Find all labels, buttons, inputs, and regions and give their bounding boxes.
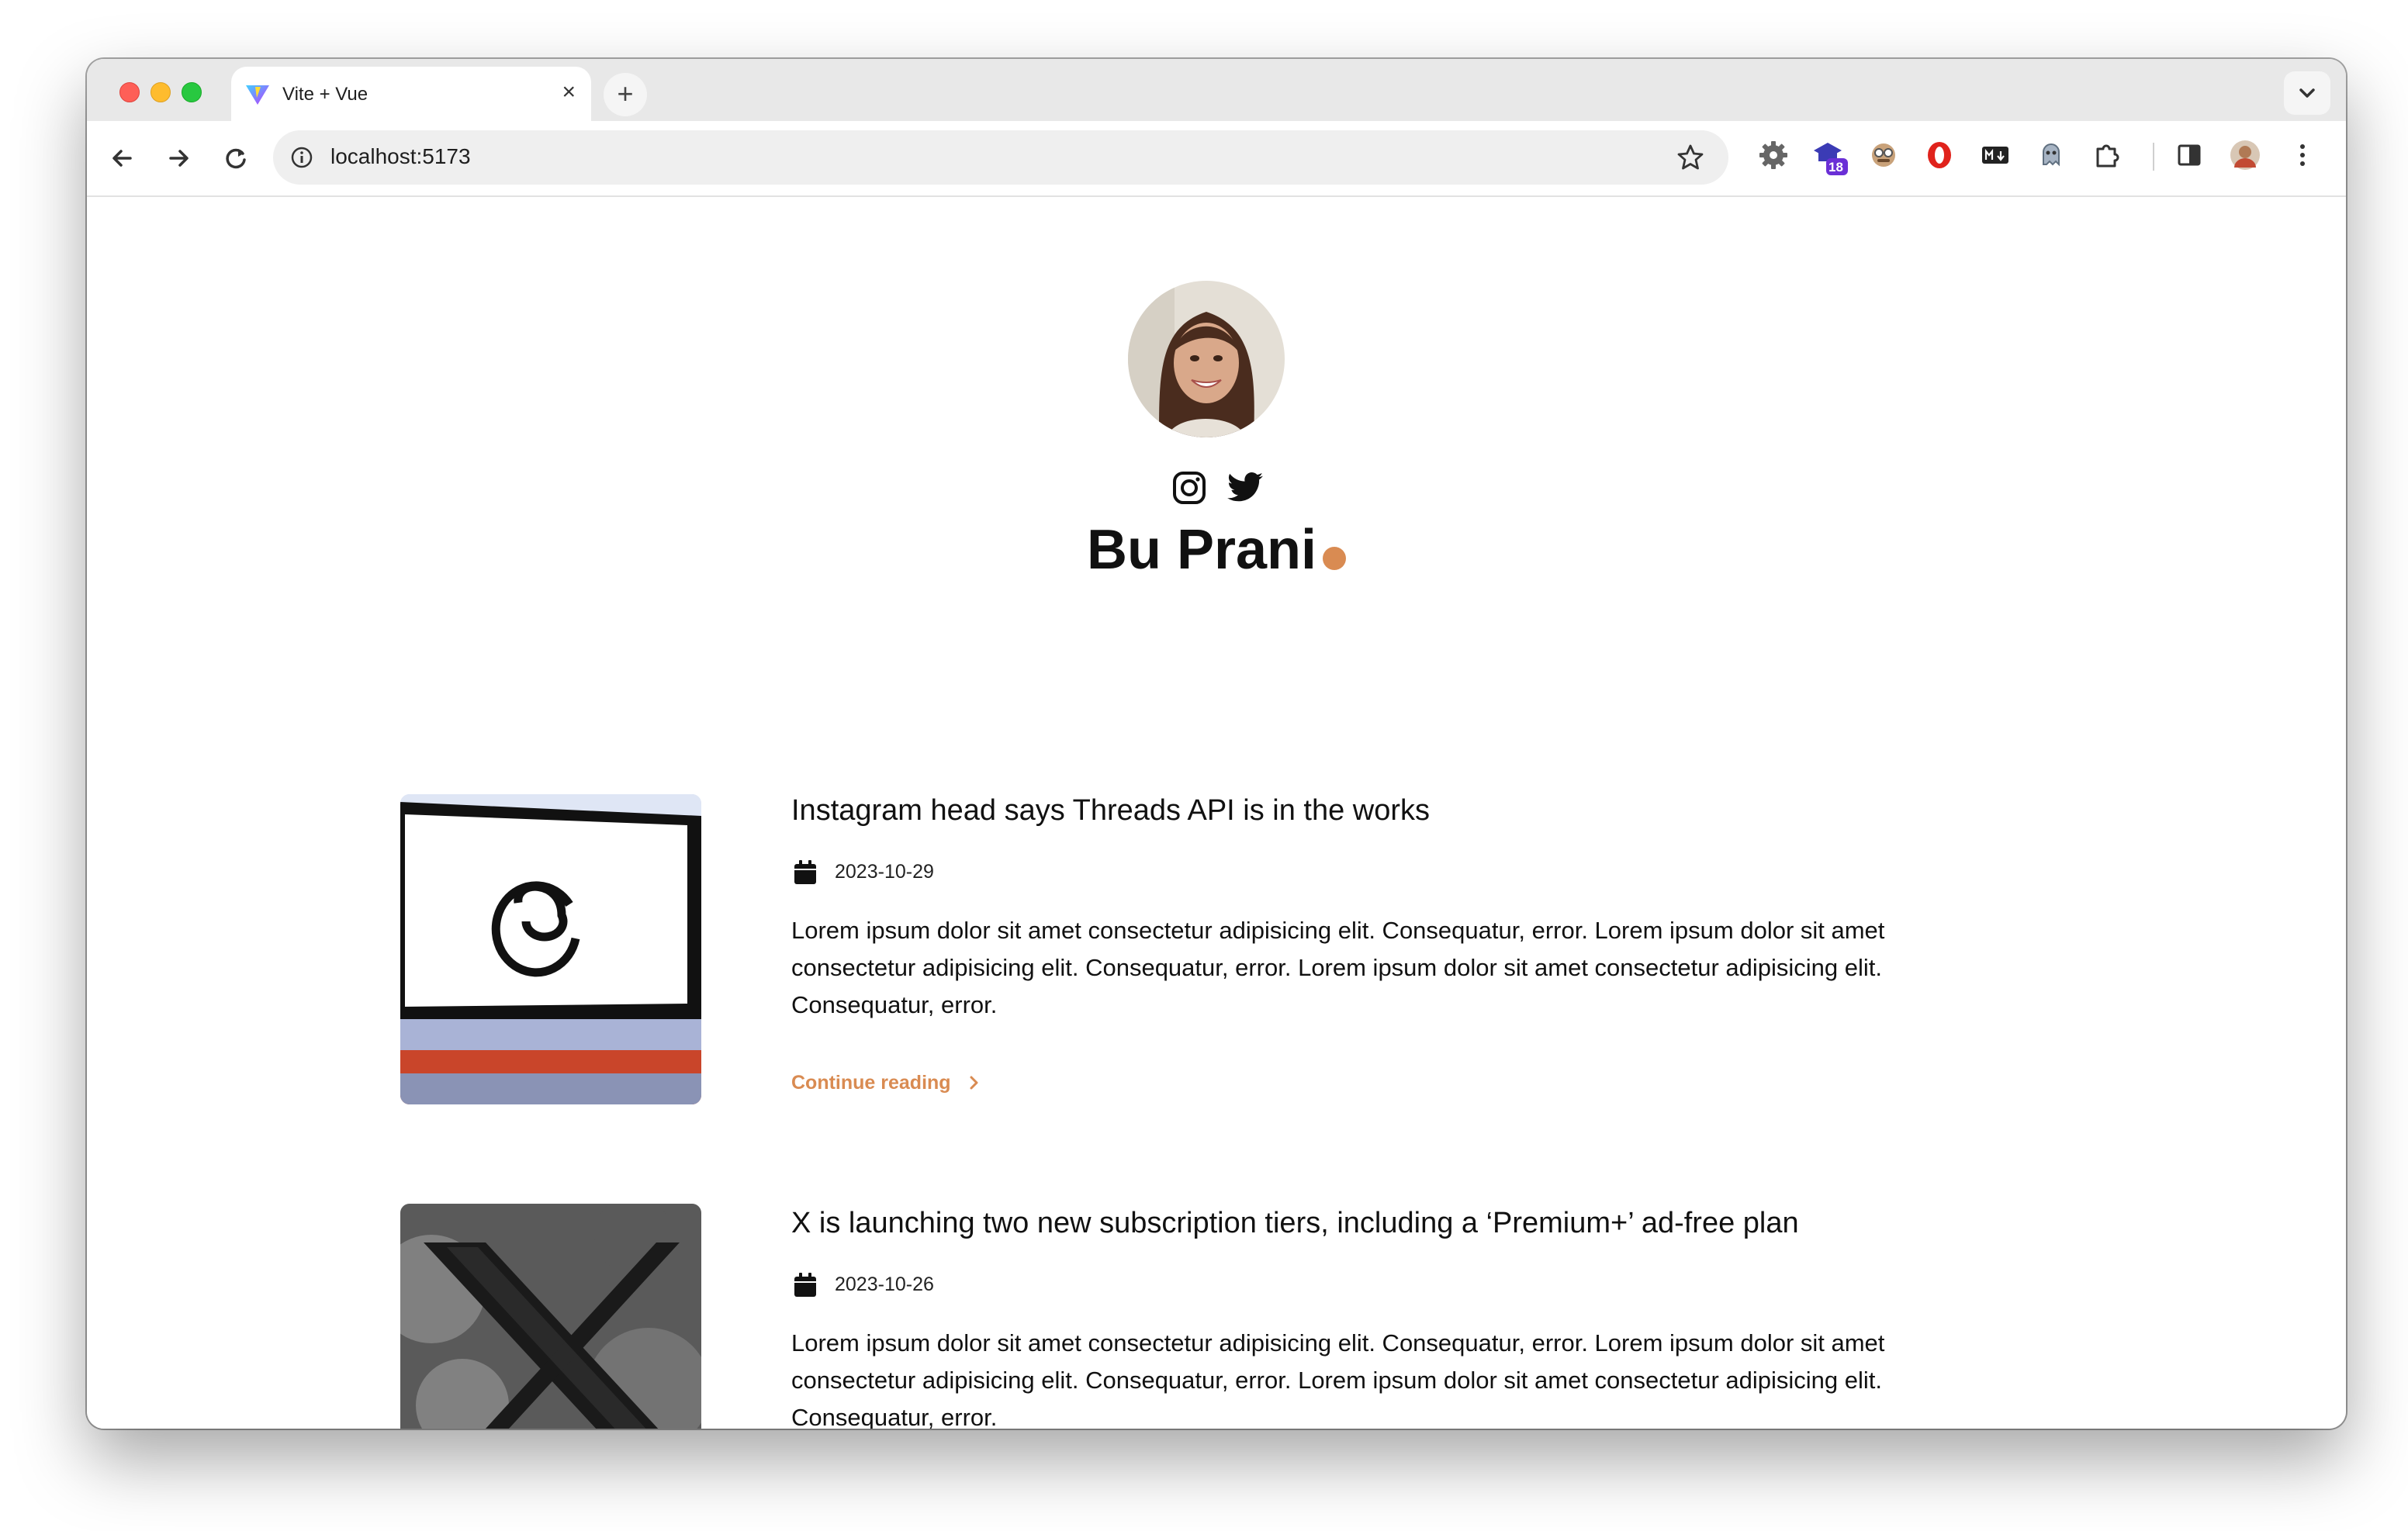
browser-tab[interactable]: Vite + Vue ×: [231, 67, 591, 121]
site-title: Bu Prani: [87, 518, 2346, 582]
chevron-down-icon: [2299, 88, 2315, 98]
site-name: Bu Prani: [1086, 519, 1317, 581]
forward-arrow-icon[interactable]: [161, 141, 195, 175]
back-arrow-icon[interactable]: [106, 141, 140, 175]
opera-ad-blocker-icon[interactable]: [1922, 138, 1956, 172]
extension-graduation-icon[interactable]: 18: [1811, 138, 1849, 177]
tab-title: Vite + Vue: [282, 84, 368, 105]
extensions-puzzle-icon[interactable]: [2090, 138, 2124, 172]
continue-reading-link[interactable]: Continue reading: [791, 1072, 983, 1094]
post-thumbnail-threads[interactable]: [400, 794, 701, 1104]
post-thumbnail-x[interactable]: [400, 1204, 701, 1429]
post-date: 2023-10-29: [835, 861, 934, 883]
post-title[interactable]: X is launching two new subscription tier…: [791, 1207, 1799, 1240]
vite-logo-icon: [246, 85, 269, 105]
browser-menu-icon[interactable]: [2285, 138, 2320, 172]
chevron-right-icon: [970, 1076, 978, 1090]
title-accent-dot: [1323, 547, 1347, 570]
avatar-portrait-icon: [1128, 281, 1285, 437]
tab-bar: Vite + Vue × +: [87, 59, 2346, 121]
post-excerpt: Lorem ipsum dolor sit amet consectetur a…: [791, 917, 1885, 1018]
browser-window: Vite + Vue × + localhost:5173 18 Bu Pran…: [87, 59, 2346, 1429]
maximize-window-button[interactable]: [182, 82, 202, 102]
instagram-icon[interactable]: [1170, 468, 1209, 507]
address-bar[interactable]: localhost:5173: [273, 130, 1728, 185]
close-window-button[interactable]: [119, 82, 140, 102]
twitter-icon[interactable]: [1226, 468, 1265, 507]
profile-avatar: [1128, 281, 1285, 437]
minimize-window-button[interactable]: [150, 82, 171, 102]
site-info-icon[interactable]: [290, 146, 313, 169]
toolbar-divider: [2153, 143, 2154, 171]
post-title[interactable]: Instagram head says Threads API is in th…: [791, 794, 1430, 828]
calendar-icon: [794, 860, 816, 884]
tab-close-icon[interactable]: ×: [562, 81, 576, 104]
threads-logo-image: [400, 794, 701, 1104]
new-tab-button[interactable]: +: [604, 73, 647, 116]
page-content: Bu Prani Instagram head says Threads API…: [87, 197, 2346, 1429]
x-logo-image: [400, 1204, 701, 1429]
post-excerpt: Lorem ipsum dolor sit amet consectetur a…: [791, 1329, 1885, 1429]
extension-face-icon[interactable]: [1867, 138, 1901, 172]
tab-search-button[interactable]: [2284, 71, 2330, 115]
calendar-icon: [794, 1273, 816, 1297]
post-date: 2023-10-26: [835, 1274, 934, 1295]
side-panel-icon[interactable]: [2172, 138, 2206, 172]
url-text: localhost:5173: [330, 144, 471, 168]
markdown-icon[interactable]: [1978, 138, 2012, 172]
browser-toolbar: localhost:5173 18: [87, 121, 2346, 197]
continue-reading-label: Continue reading: [791, 1072, 951, 1094]
profile-avatar-icon[interactable]: [2228, 138, 2262, 172]
settings-gear-icon[interactable]: [1756, 138, 1790, 172]
reload-icon[interactable]: [219, 141, 253, 175]
extension-ghost-icon[interactable]: [2034, 138, 2068, 172]
bookmark-star-icon[interactable]: [1676, 143, 1705, 172]
extension-badge: 18: [1828, 160, 1843, 175]
